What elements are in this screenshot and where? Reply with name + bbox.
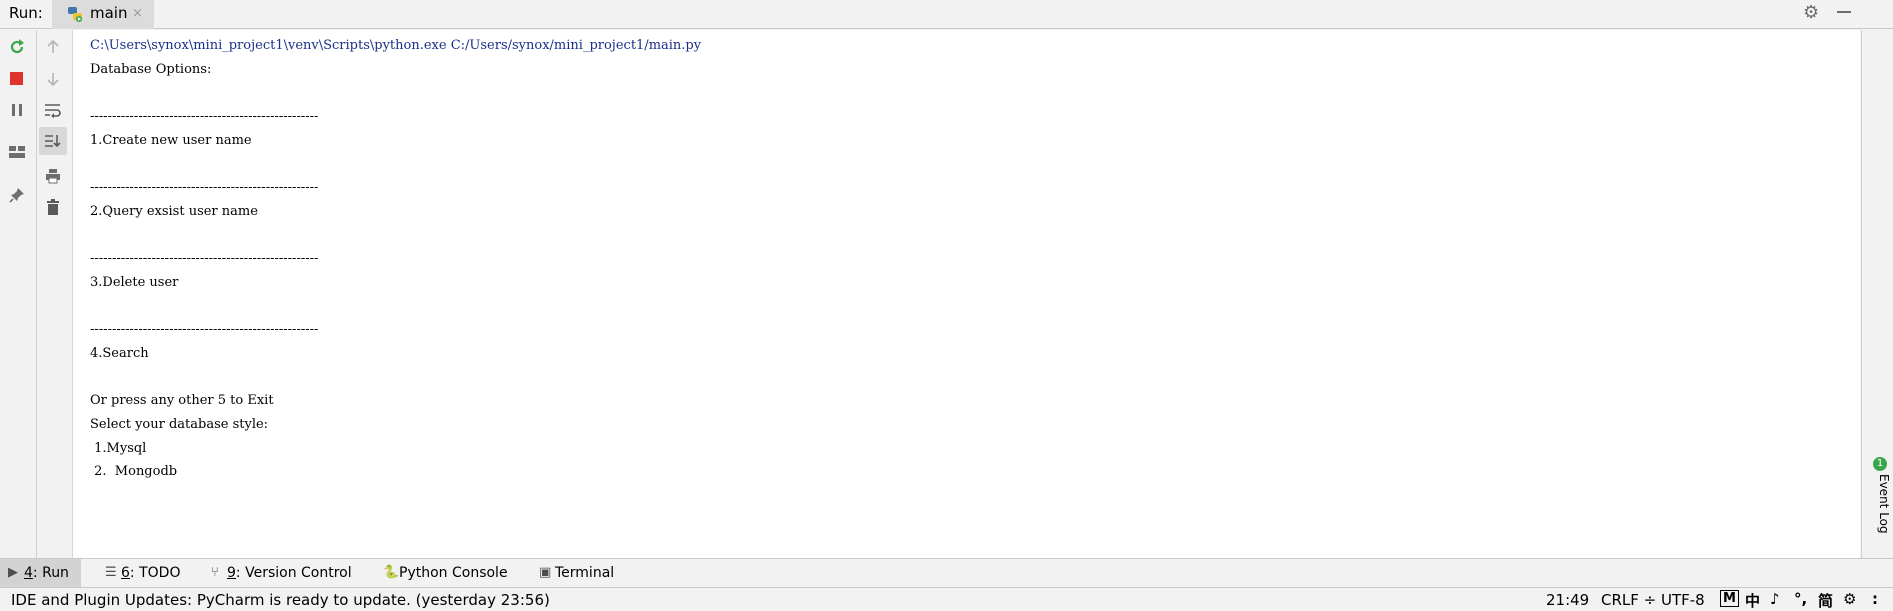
pause-icon[interactable] xyxy=(5,98,29,122)
gear-icon[interactable]: ⚙ xyxy=(1803,2,1821,24)
rerun-icon[interactable] xyxy=(5,35,29,59)
ime-moon-icon[interactable]: ♪ xyxy=(1770,590,1780,608)
console-line: ----------------------------------------… xyxy=(90,251,319,267)
run-label: Run: xyxy=(9,4,43,22)
terminal-icon: ▣ xyxy=(539,565,552,580)
notification-badge: 1 xyxy=(1873,457,1887,471)
file-encoding[interactable]: UTF-8 xyxy=(1661,591,1717,609)
print-icon[interactable] xyxy=(41,164,65,188)
minimize-icon[interactable] xyxy=(1837,11,1851,13)
tab-title: main xyxy=(90,4,128,22)
console-line: ----------------------------------------… xyxy=(90,109,319,125)
ime-punct-icon[interactable]: °, xyxy=(1794,590,1807,608)
ime-chinese-icon[interactable]: 中 xyxy=(1745,590,1760,611)
pin-icon[interactable] xyxy=(5,183,29,207)
console-line: Select your database style: xyxy=(90,417,269,432)
close-icon[interactable]: × xyxy=(132,6,143,21)
event-log-label: Event Log xyxy=(1877,474,1891,534)
event-log-button[interactable]: Event Log xyxy=(1865,474,1893,562)
python-console-icon: 🐍 xyxy=(383,565,400,580)
arrow-down-icon[interactable] xyxy=(41,67,65,91)
soft-wrap-icon[interactable] xyxy=(41,98,65,122)
python-icon xyxy=(68,7,83,22)
arrow-up-icon[interactable] xyxy=(41,35,65,59)
console-line: Database Options: xyxy=(90,61,212,77)
tool-window-bar: ▶ 4: Run ☰ 6: TODO ⑂ 9: Version Control 🐍 Py… xyxy=(0,558,1893,587)
console-line: 3.Delete user xyxy=(90,274,179,290)
branch-icon: ⑂ xyxy=(211,565,219,580)
console-line: C:\Users\synox\mini_project1\venv\Script… xyxy=(90,38,702,53)
console-line: 2.Query exsist user name xyxy=(90,203,258,219)
console-line: 2. Mongodb xyxy=(90,464,178,480)
line-separator[interactable]: CRLF ÷ xyxy=(1601,591,1656,609)
console-line: Or press any other 5 to Exit xyxy=(90,393,274,409)
right-tool-strip: 1 Event Log xyxy=(1861,30,1893,558)
tab-run[interactable]: ▶ 4: Run xyxy=(0,559,81,587)
scroll-to-end-icon[interactable] xyxy=(39,127,67,155)
ime-more-icon[interactable]: : xyxy=(1872,590,1878,608)
ime-simplified-icon[interactable]: 简 xyxy=(1818,590,1833,611)
console-line: 4.Search xyxy=(90,345,149,361)
console-text: C:\Users\synox\mini_project1\venv\Script… xyxy=(90,34,701,484)
stop-icon[interactable] xyxy=(5,67,29,91)
toolbar-divider xyxy=(36,30,37,558)
console-line: ----------------------------------------… xyxy=(90,322,319,338)
tab-python-console[interactable]: 🐍 Python Console xyxy=(375,559,508,587)
update-notification[interactable]: IDE and Plugin Updates: PyCharm is ready… xyxy=(11,591,550,609)
run-icon: ▶ xyxy=(8,565,18,580)
console-line: 1.Mysql xyxy=(90,440,147,456)
run-tool-window-header: Run: main × ⚙ xyxy=(0,0,1893,29)
tab-todo[interactable]: ☰ 6: TODO xyxy=(97,559,180,587)
console-line: ----------------------------------------… xyxy=(90,180,319,196)
trash-icon[interactable] xyxy=(41,195,65,219)
list-icon: ☰ xyxy=(105,565,117,580)
caret-position[interactable]: 21:49 xyxy=(1546,591,1589,609)
tab-version-control[interactable]: ⑂ 9: Version Control xyxy=(203,559,352,587)
tab-terminal[interactable]: ▣ Terminal xyxy=(531,559,614,587)
layout-icon[interactable] xyxy=(5,140,29,164)
console-output[interactable]: C:\Users\synox\mini_project1\venv\Script… xyxy=(72,30,1860,558)
ime-settings-icon[interactable]: ⚙ xyxy=(1843,590,1856,608)
console-line: 1.Create new user name xyxy=(90,132,252,148)
tab-main[interactable]: main × xyxy=(52,0,154,29)
status-bar: IDE and Plugin Updates: PyCharm is ready… xyxy=(0,587,1893,611)
ime-mode-icon[interactable]: M xyxy=(1720,590,1739,607)
